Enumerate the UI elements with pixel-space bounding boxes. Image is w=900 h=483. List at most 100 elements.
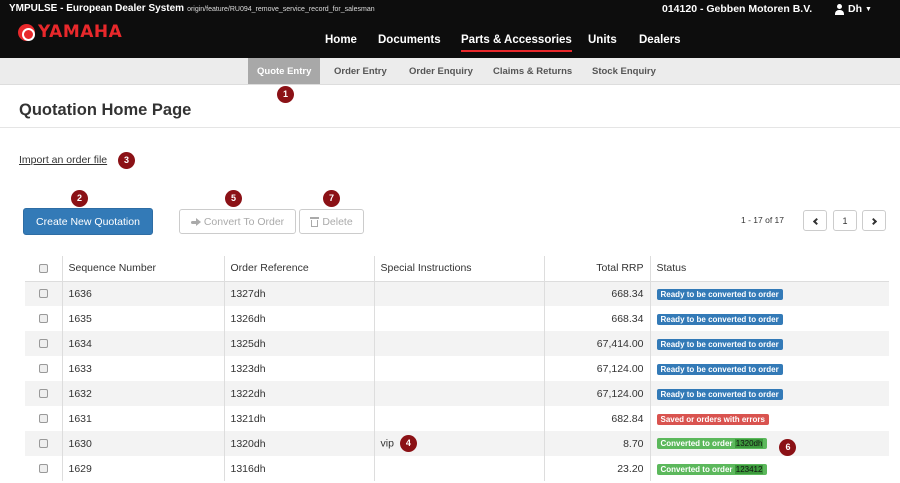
cell-total-rrp: 23.20 [543,456,650,481]
cell-order-reference: 1323dh [223,356,374,381]
cell-status: Ready to be converted to order [649,281,889,306]
cell-total-rrp: 668.34 [543,306,650,331]
cell-sequence: 1629 [61,456,224,481]
table-row[interactable]: 1631 1321dh 682.84 Saved or orders with … [25,406,889,431]
chevron-left-icon [812,217,820,226]
row-checkbox[interactable] [38,439,48,448]
cell-total-rrp: 67,124.00 [543,381,650,406]
annotation-marker-6: 6 [779,439,797,456]
col-header-status[interactable]: Status [649,256,889,282]
cell-status: Converted to order 1320dh 6 [649,431,889,456]
table-row[interactable]: 1635 1326dh 668.34 Ready to be converted… [25,306,889,331]
row-select-cell [25,331,62,356]
table-header-row: Sequence Number Order Reference Special … [25,256,889,282]
status-badge: Saved or orders with errors [656,413,769,425]
app-title: YMPULSE - European Dealer System origin/f… [9,3,375,14]
special-instructions-text: vip [380,437,394,450]
tab-claims-returns[interactable]: Claims & Returns [493,58,572,84]
cell-status: Ready to be converted to order [649,331,889,356]
delete-button[interactable]: Delete [299,209,364,234]
col-header-total-rrp[interactable]: Total RRP [543,256,650,282]
table-row[interactable]: 1636 1327dh 668.34 Ready to be converted… [25,281,889,306]
nav-documents[interactable]: Documents [378,34,441,46]
status-badge: Ready to be converted to order [656,388,783,400]
status-badge: Converted to order 1320dh [656,438,768,450]
annotation-marker-1: 1 [277,86,294,103]
pager-page-button[interactable]: 1 [833,210,857,231]
pager-range: 1 - 17 of 17 [741,215,785,225]
status-badge: Ready to be converted to order [656,338,783,350]
row-checkbox[interactable] [38,414,48,423]
cell-status: Ready to be converted to order [649,356,889,381]
cell-special-instructions [373,381,544,406]
user-menu[interactable]: Dh ▼ [834,3,872,15]
cell-special-instructions [373,456,544,481]
table-row[interactable]: 1633 1323dh 67,124.00 Ready to be conver… [25,356,889,381]
chevron-right-icon [869,217,877,226]
cell-sequence: 1634 [61,331,224,356]
nav-parts-accessories[interactable]: Parts & Accessories [461,34,572,52]
trash-icon [310,216,320,227]
col-header-special-instructions[interactable]: Special Instructions [373,256,544,282]
page-title: Quotation Home Page [19,101,192,119]
pager-next-button[interactable] [862,210,886,231]
cell-special-instructions [373,406,544,431]
import-order-file-link[interactable]: Import an order file [19,154,107,166]
cell-order-reference: 1321dh [223,406,374,431]
cell-status: Ready to be converted to order [649,306,889,331]
status-badge: Ready to be converted to order [656,313,783,325]
select-all-checkbox[interactable] [38,263,48,273]
cell-sequence: 1632 [61,381,224,406]
cell-sequence: 1636 [61,281,224,306]
row-checkbox[interactable] [38,389,48,398]
tab-order-enquiry[interactable]: Order Enquiry [409,58,473,84]
row-checkbox[interactable] [38,339,48,348]
cell-order-reference: 1326dh [223,306,374,331]
row-select-cell [25,431,62,456]
user-icon [834,3,845,15]
dealer-name: 014120 - Gebben Motoren B.V. [662,3,813,15]
table-row[interactable]: 1630 1320dh vip 4 8.70 Converted to order… [25,431,889,456]
cell-order-reference: 1327dh [223,281,374,306]
row-checkbox[interactable] [38,314,48,323]
cell-total-rrp: 668.34 [543,281,650,306]
table-row[interactable]: 1634 1325dh 67,414.00 Ready to be conver… [25,331,889,356]
cell-order-reference: 1322dh [223,381,374,406]
cell-sequence: 1633 [61,356,224,381]
col-header-order-reference[interactable]: Order Reference [223,256,374,282]
converted-order-link[interactable]: 1320dh [734,439,764,449]
tab-stock-enquiry[interactable]: Stock Enquiry [592,58,656,84]
cell-special-instructions [373,306,544,331]
row-checkbox[interactable] [38,464,48,473]
annotation-marker-4: 4 [399,435,417,452]
nav-dealers[interactable]: Dealers [639,34,681,46]
row-select-cell [25,281,62,306]
annotation-marker-5: 5 [225,190,242,207]
annotation-marker-7: 7 [323,190,340,207]
table-row[interactable]: 1629 1316dh 23.20 Converted to order 123… [25,456,889,481]
nav-units[interactable]: Units [588,34,617,46]
tab-quote-entry[interactable]: Quote Entry [248,58,321,84]
cell-status: Saved or orders with errors [649,406,889,431]
row-checkbox[interactable] [38,364,48,373]
cell-special-instructions: vip 4 [373,431,544,456]
row-select-cell [25,356,62,381]
divider [0,127,900,128]
col-header-sequence[interactable]: Sequence Number [61,256,224,282]
tab-order-entry[interactable]: Order Entry [334,58,387,84]
row-select-cell [25,406,62,431]
cell-order-reference: 1316dh [223,456,374,481]
status-text: Converted to order [660,464,733,474]
sub-nav: Quote Entry Order Entry Order Enquiry Cl… [0,58,900,85]
nav-home[interactable]: Home [325,34,357,46]
top-bar: YMPULSE - European Dealer System origin/f… [0,0,900,58]
row-checkbox[interactable] [38,289,48,299]
select-all-cell [25,256,62,282]
converted-order-link[interactable]: 123412 [734,464,764,474]
pager-prev-button[interactable] [803,210,827,231]
table-row[interactable]: 1632 1322dh 67,124.00 Ready to be conver… [25,381,889,406]
cell-order-reference: 1320dh [223,431,374,456]
create-new-quotation-button[interactable]: Create New Quotation [23,208,153,235]
row-select-cell [25,381,62,406]
convert-to-order-button[interactable]: Convert To Order [179,209,296,234]
